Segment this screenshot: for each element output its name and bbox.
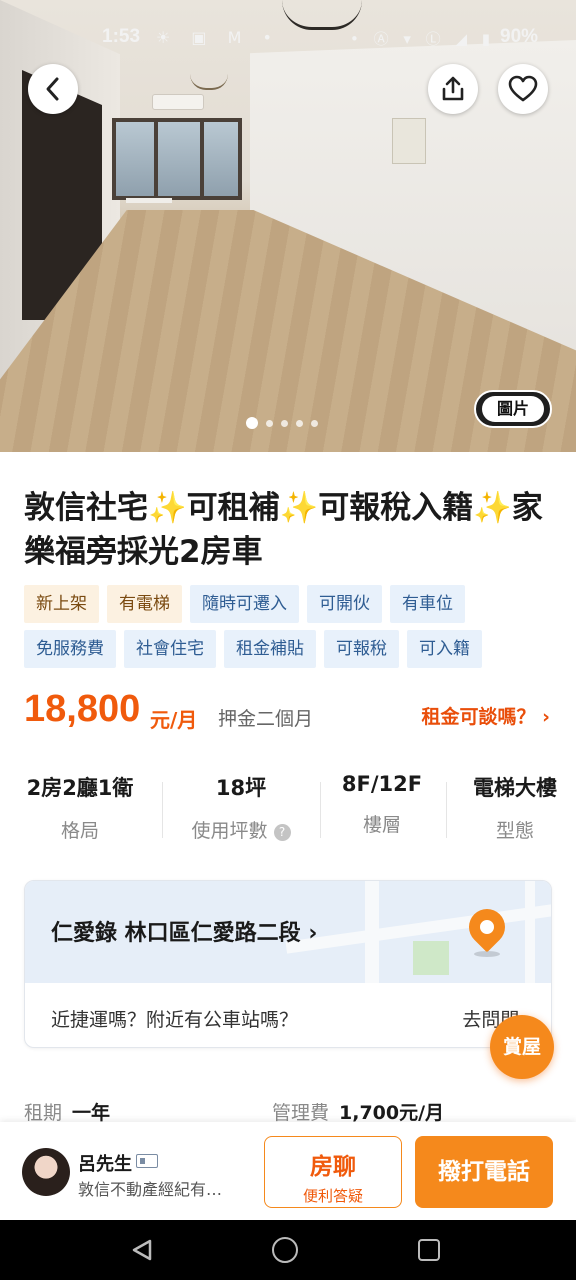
photo-gallery-label: 圖片 [482,396,544,422]
stat-type: 電梯大樓 型態 [456,772,574,843]
agent-company: 敦信不動產經紀有… [78,1180,223,1199]
tag-registration: 可入籍 [407,630,482,668]
fee-value: 1,700元/月 [339,1102,445,1124]
location-pin-icon [461,901,513,953]
map-road [525,881,535,983]
share-icon [442,76,464,101]
tag-rent-subsidy: 租金補貼 [224,630,316,668]
fee-key: 管理費 [272,1102,330,1124]
avatar[interactable] [22,1148,70,1196]
chat-title: 房聊 [310,1154,356,1180]
address-map[interactable]: 仁愛錄 林口區仁愛路二段 › [25,881,551,983]
tag-tax-report: 可報稅 [324,630,399,668]
stat-label: 使用坪數 ? [176,816,306,843]
tag-parking: 有車位 [390,585,465,623]
rent-price-unit: 元/月 [150,708,198,732]
divider [320,782,321,838]
help-icon[interactable]: ? [273,824,291,841]
tag-move-in: 隨時可遷入 [190,585,299,623]
photo-air-conditioner [152,94,204,110]
term-value: 一年 [72,1102,111,1124]
address-text[interactable]: 仁愛錄 林口區仁愛路二段 › [51,915,317,947]
nav-recents-icon[interactable] [418,1239,440,1261]
carousel-dot [311,419,318,427]
stat-label: 型態 [495,820,534,842]
stat-value: 8F/12F [341,772,423,796]
nav-home-icon[interactable] [272,1237,298,1263]
tag-cooking: 可開伙 [307,585,382,623]
tag-elevator: 有電梯 [107,585,182,623]
system-nav-bar [0,1220,576,1280]
tag-no-fee: 免服務費 [24,630,116,668]
divider [162,782,163,838]
nav-back-icon[interactable] [130,1238,154,1262]
transit-question: 近捷運嗎？附近有公車站嗎？ [51,1009,299,1031]
chevron-left-icon [46,77,59,101]
photo-gallery-button[interactable]: 圖片 [474,390,552,428]
term-key: 租期 [24,1102,63,1124]
status-time: 1:53 [102,26,141,47]
tag-social-housing: 社會住宅 [124,630,216,668]
carousel-dot [246,417,258,429]
stat-value: 電梯大樓 [473,776,557,800]
photo-window [112,118,242,200]
photo-electric-panel [392,118,426,164]
carousel-dot [281,419,288,427]
signal-icons: • Ⓐ ▾ Ⓛ ◢ ▮ [350,30,496,48]
stat-value: 18坪 [215,776,267,800]
call-button[interactable]: 撥打電話 [415,1136,553,1208]
agent-name: 呂先生 [78,1154,132,1175]
favorite-button[interactable] [498,64,548,114]
fee-item: 管理費 1,700元/月 [272,1098,444,1125]
stat-label-text: 使用坪數 [191,820,268,842]
ask-row[interactable]: 近捷運嗎？附近有公車站嗎？ 去問問 › [25,983,551,1047]
heart-icon [508,75,538,102]
stat-layout: 2房2廳1衛 格局 [14,772,146,843]
stat-floor: 8F/12F 樓層 [330,772,434,837]
notification-icons: ☀ ▣ M • [156,28,280,47]
divider [446,782,447,838]
map-park [413,941,449,975]
stat-label: 格局 [60,820,99,842]
deposit-text: 押金二個月 [218,708,314,730]
stat-area: 18坪 使用坪數 ? [176,772,306,843]
rent-price: 18,800 [24,688,141,730]
tag-new: 新上架 [24,585,99,623]
battery-level: 90% [500,26,539,47]
price-row: 18,800 元/月 押金二個月 租金可談嗎？ › [24,688,554,738]
carousel-dot [266,419,273,427]
listing-photo[interactable] [0,0,576,452]
photo-lamp [184,64,234,96]
carousel-dot [296,419,303,427]
address-card: 仁愛錄 林口區仁愛路二段 › 近捷運嗎？附近有公車站嗎？ 去問問 › [24,880,552,1048]
negotiate-link[interactable]: 租金可談嗎？ › [422,702,550,729]
chat-subtitle: 便利答疑 [302,1187,363,1205]
listing-title: 敦信社宅✨可租補✨可報稅入籍✨家樂福旁採光2房車 [24,490,543,570]
contact-bar: 呂先生 敦信不動產經紀有… 房聊 便利答疑 撥打電話 [0,1122,576,1220]
chat-button[interactable]: 房聊 便利答疑 [264,1136,402,1208]
back-button[interactable] [28,64,78,114]
status-bar: 1:53 ☀ ▣ M • • Ⓐ ▾ Ⓛ ◢ ▮ 90% [0,22,576,58]
id-card-icon [136,1154,158,1168]
stat-value: 2房2廳1衛 [26,776,134,800]
book-viewing-button[interactable]: 賞屋 [490,1015,554,1079]
feature-tags-row-1: 新上架 有電梯 隨時可遷入 可開伙 有車位 [24,585,554,623]
feature-tags-row-2: 免服務費 社會住宅 租金補貼 可報稅 可入籍 [24,630,554,668]
stat-label: 樓層 [362,814,401,836]
property-stats: 2房2廳1衛 格局 18坪 使用坪數 ? 8F/12F 樓層 電梯大樓 型態 [0,772,576,852]
carousel-indicator [246,417,318,429]
share-button[interactable] [428,64,478,114]
